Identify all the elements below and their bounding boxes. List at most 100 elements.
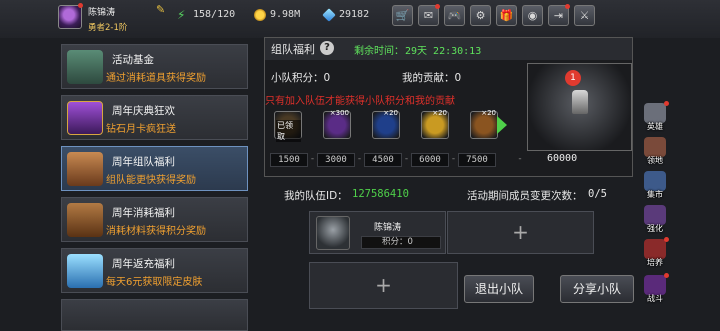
cultivate-icon [644, 239, 666, 259]
nav-market[interactable]: 集市 [641, 171, 669, 199]
edit-icon[interactable]: ✎ [156, 3, 165, 16]
gear-icon[interactable]: ⚙ [470, 5, 491, 26]
sidebar-item-consume-welfare[interactable]: 周年消耗福利 消耗材料获得积分奖励 [61, 197, 248, 242]
timer-label: 剩余时间： [354, 46, 404, 57]
gift-icon[interactable]: 🎁 [496, 5, 517, 26]
sidebar-item-title: 活动基金 [112, 54, 154, 66]
sidebar-item-desc: 消耗材料获得积分奖励 [106, 226, 206, 237]
nav-label: 强化 [647, 224, 663, 233]
boss-figure-icon [572, 90, 588, 114]
team-id: 127586410 [352, 188, 409, 200]
palette-icon[interactable]: ◉ [522, 5, 543, 26]
battle-icon [644, 275, 666, 295]
stamina-value: 158/120 [193, 9, 236, 20]
milestone: 7500 [458, 153, 496, 167]
swords-icon[interactable]: ⚔ [574, 5, 595, 26]
notification-dot [565, 4, 570, 9]
reward-item[interactable]: ×300 [323, 109, 351, 139]
reward-count: ×300 [329, 109, 349, 117]
bag-icon [67, 50, 103, 84]
sidebar-item-title: 周年组队福利 [112, 156, 175, 168]
player-rank: 勇者2-1阶 [88, 23, 128, 33]
team-welfare-panel: 组队福利 ? 剩余时间： 29天 22:30:13 小队积分：0 我的贡献：0 … [264, 37, 633, 177]
player-name: 陈锦涛 [88, 8, 116, 18]
member-slot[interactable]: 陈锦涛 积分：0 [309, 211, 446, 254]
nav-cultivate[interactable]: 培养 [641, 237, 669, 267]
sidebar-item-desc: 通过消耗道具获得奖励 [106, 73, 206, 84]
member-score: 积分：0 [361, 236, 441, 249]
sidebar-item-anniversary-carnival[interactable]: 周年庆典狂欢 钻石月卡疯狂送 [61, 95, 248, 140]
gamepad-icon[interactable]: 🎮 [444, 5, 465, 26]
mail-icon[interactable]: ✉ [418, 4, 440, 26]
sidebar-item-activity-fund[interactable]: 活动基金 通过消耗道具获得奖励 [61, 44, 248, 89]
hero-icon [644, 103, 666, 123]
treasure-icon [67, 203, 103, 237]
reward-count: ×20 [481, 109, 496, 117]
sidebar-item-title: 周年消耗福利 [112, 207, 175, 219]
notification-dot [664, 237, 669, 242]
milestone-separator: - [451, 154, 456, 164]
gold-value: 9.98M [270, 9, 301, 20]
chest-icon [67, 152, 103, 186]
notification-dot [664, 273, 669, 278]
team-id-label: 我的队伍ID： [284, 190, 348, 202]
sidebar-item-title: 周年庆典狂欢 [112, 105, 175, 117]
nav-enhance[interactable]: 强化 [641, 205, 669, 233]
member-name: 陈锦涛 [374, 223, 402, 233]
next-arrow-icon[interactable] [497, 116, 507, 134]
sidebar-item-recharge-welfare[interactable]: 周年返充福利 每天6元获取限定皮肤 [61, 248, 248, 293]
reward-item[interactable]: ×20 [421, 109, 449, 139]
boss-reward-box[interactable]: 1 [527, 63, 632, 151]
enhance-icon [644, 205, 666, 225]
sidebar-item-team-welfare[interactable]: 周年组队福利 组队能更快获得奖励 [61, 146, 248, 191]
stamina-icon: ⚡ [177, 8, 186, 22]
nav-battle[interactable]: 战斗 [641, 273, 669, 303]
milestone: 4500 [364, 153, 402, 167]
reward-item[interactable]: ×20 [372, 109, 400, 139]
sidebar-item-title: 周年返充福利 [112, 258, 175, 270]
card-icon [67, 101, 103, 135]
notification-dot [435, 4, 440, 9]
reward-item[interactable]: 已领取 [274, 111, 302, 142]
nav-label: 领地 [647, 156, 663, 165]
share-team-button[interactable]: 分享小队 [560, 275, 634, 303]
cart-icon[interactable]: 🛒 [392, 5, 413, 26]
empty-member-slot[interactable]: + [309, 262, 458, 309]
help-icon[interactable]: ? [320, 41, 334, 55]
sidebar-item-partial[interactable] [61, 299, 248, 331]
sidebar-item-desc: 钻石月卡疯狂送 [106, 124, 176, 135]
milestone: 6000 [411, 153, 449, 167]
reward-count: ×20 [383, 109, 398, 117]
milestone-separator: - [310, 154, 315, 164]
nav-territory[interactable]: 领地 [641, 137, 669, 165]
nav-label: 培养 [647, 258, 663, 267]
team-score: 小队积分：0 [271, 72, 331, 84]
notification-dot [78, 3, 83, 8]
boss-badge: 1 [565, 70, 581, 86]
leave-team-button[interactable]: 退出小队 [464, 275, 534, 303]
milestone-separator: - [357, 154, 362, 164]
changes-label: 活动期间成员变更次数： [467, 190, 583, 202]
nav-label: 英雄 [647, 122, 663, 131]
player-avatar[interactable] [58, 5, 82, 29]
milestone: 1500 [270, 153, 308, 167]
exit-icon[interactable]: ⇥ [548, 4, 570, 26]
notification-dot [664, 101, 669, 106]
changes-value: 0/5 [588, 188, 607, 200]
market-icon [644, 171, 666, 191]
gold-coin-icon [254, 9, 266, 21]
nav-label: 战斗 [647, 294, 663, 303]
reward-item[interactable]: ×20 [470, 109, 498, 139]
reward-count: ×20 [432, 109, 447, 117]
nav-label: 集市 [647, 190, 663, 199]
empty-member-slot[interactable]: + [447, 211, 594, 254]
gem-value: 29182 [339, 9, 370, 20]
crystal-icon [67, 254, 103, 288]
milestone: 3000 [317, 153, 355, 167]
sidebar-item-desc: 组队能更快获得奖励 [106, 175, 196, 186]
sidebar-item-desc: 每天6元获取限定皮肤 [106, 277, 203, 288]
milestone-separator: - [404, 154, 409, 164]
join-notice: 只有加入队伍才能获得小队积分和我的贡献 [265, 96, 455, 107]
milestone-separator: - [518, 154, 522, 164]
nav-hero[interactable]: 英雄 [641, 101, 669, 131]
